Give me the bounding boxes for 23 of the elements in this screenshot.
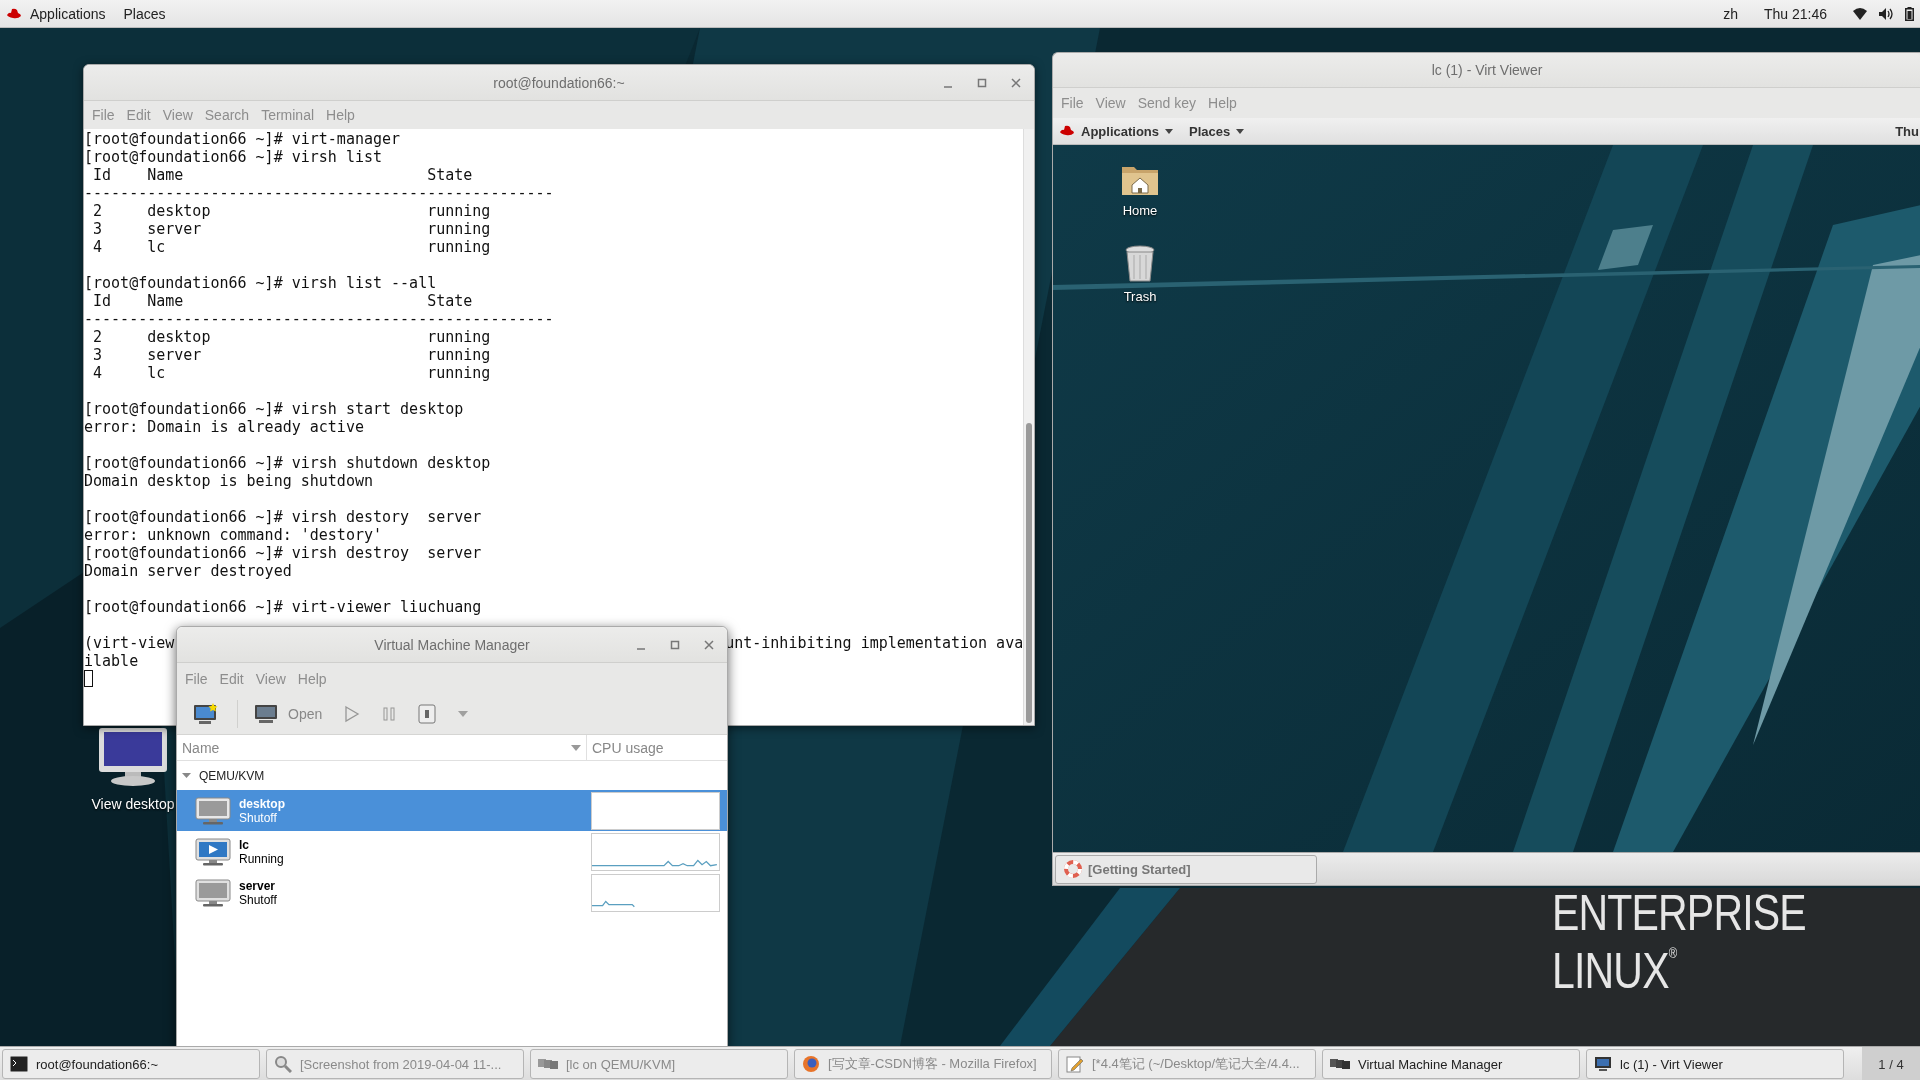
language-indicator[interactable]: zh (1723, 5, 1738, 22)
magnifier-icon (274, 1055, 292, 1073)
volume-icon (1879, 7, 1893, 20)
terminal-icon (10, 1056, 28, 1072)
monitor-icon (1594, 1056, 1612, 1072)
globe-icon (802, 1055, 820, 1073)
edit-icon (1066, 1055, 1084, 1073)
panel-menu[interactable]: Applications (22, 5, 116, 22)
hat-icon (6, 7, 22, 20)
taskbar-button[interactable]: [写文章-CSDN博客 - Mozilla Firefox] (794, 1049, 1052, 1079)
taskbar-button[interactable]: lc (1) - Virt Viewer (1586, 1049, 1844, 1079)
taskbar-button[interactable]: [*4.4笔记 (~/Desktop/笔记大全/4.4... (1058, 1049, 1316, 1079)
battery-icon (1905, 6, 1914, 21)
panel-menu[interactable]: Places (115, 5, 176, 22)
monitors-icon (1330, 1057, 1350, 1071)
clock[interactable]: Thu 21:46 (1763, 5, 1827, 22)
taskbar-button[interactable]: [Screenshot from 2019-04-04 11-... (266, 1049, 524, 1079)
taskbar-button[interactable]: Virtual Machine Manager (1322, 1049, 1580, 1079)
workspace-indicator[interactable]: 1 / 4 (1862, 1047, 1920, 1080)
taskbar-button[interactable]: [lc on QEMU/KVM] (530, 1049, 788, 1079)
monitors-icon (538, 1057, 558, 1071)
wifi-icon (1853, 7, 1867, 20)
taskbar-button[interactable]: root@foundation66:~ (2, 1049, 260, 1079)
